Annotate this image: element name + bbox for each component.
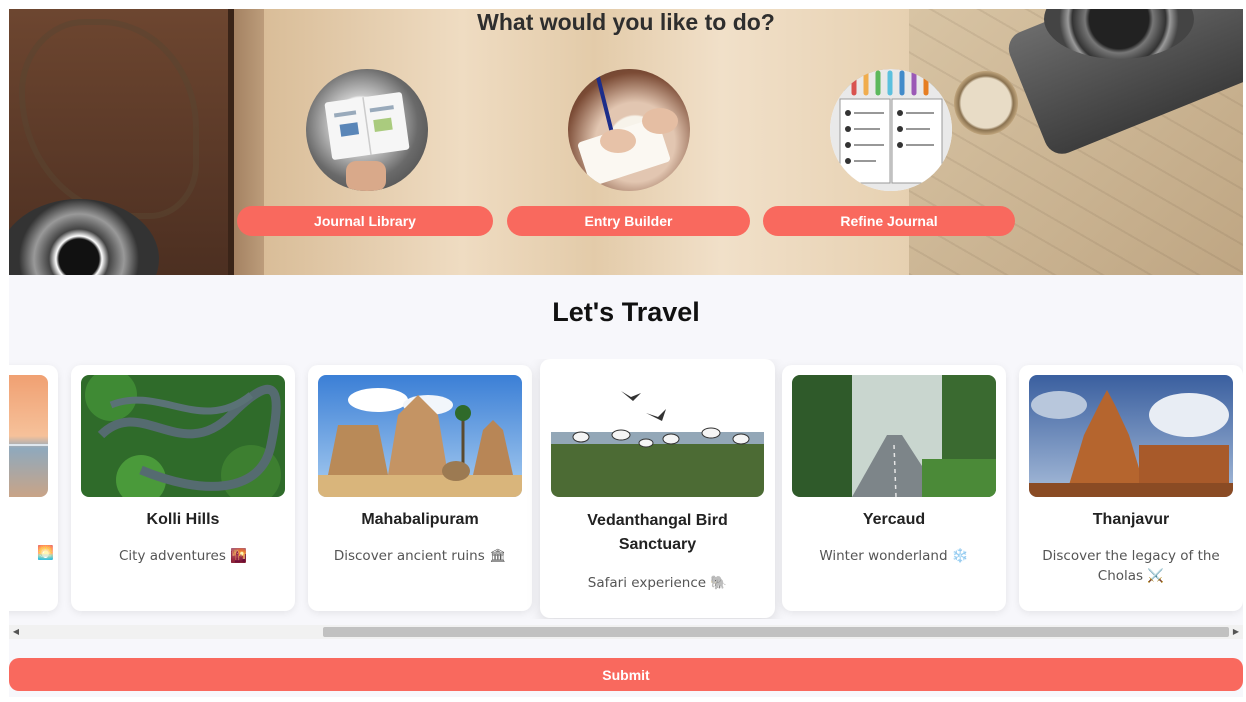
destination-card-mahabalipuram[interactable]: Mahabalipuram Discover ancient ruins 🏛 [308, 365, 532, 611]
hero-title: What would you like to do? [477, 9, 775, 35]
destination-description: Discover ancient ruins 🏛 [333, 548, 507, 564]
entry-builder-button[interactable]: Entry Builder [507, 206, 750, 236]
travel-section-title: Let's Travel [552, 297, 700, 327]
journal-library-button[interactable]: Journal Library [237, 206, 493, 236]
destination-carousel[interactable]: 🌅 Kolli Hills City adventures 🌇 Mahabali… [9, 359, 1243, 619]
destination-description: Safari experience 🐘 [587, 575, 728, 591]
app-frame: What would you like to do? Journal Libra… [9, 9, 1243, 697]
scroll-right-arrow-icon[interactable]: ▶ [1229, 625, 1243, 639]
destination-card-thanjavur[interactable]: Thanjavur Discover the legacy of the Cho… [1019, 365, 1243, 611]
destination-description: City adventures 🌇 [119, 548, 247, 564]
refine-journal-button[interactable]: Refine Journal [763, 206, 1015, 236]
carousel-scrollbar[interactable]: ◀ ▶ [9, 625, 1243, 639]
thanjavur-image [1029, 375, 1233, 497]
refine-journal-image[interactable] [830, 69, 952, 191]
kolli-hills-image [81, 375, 285, 497]
destination-name: Thanjavur [1092, 511, 1170, 528]
destination-card-partial[interactable]: 🌅 [9, 365, 58, 611]
destination-description: Winter wonderland ❄️ [819, 548, 969, 564]
hero-compass-icon [954, 71, 1018, 135]
destination-name: Kolli Hills [146, 511, 220, 528]
destination-card-partial-image [9, 375, 48, 497]
option-entry-builder[interactable] [568, 69, 690, 191]
hero-banner: What would you like to do? Journal Libra… [9, 9, 1243, 275]
destination-card-yercaud[interactable]: Yercaud Winter wonderland ❄️ [782, 365, 1006, 611]
destination-name: Vedanthangal Bird Sanctuary [587, 512, 728, 553]
mahabalipuram-image [318, 375, 522, 497]
option-journal-library[interactable] [306, 69, 428, 191]
destination-name: Mahabalipuram [361, 511, 479, 528]
vedanthangal-image [551, 377, 764, 497]
scroll-left-arrow-icon[interactable]: ◀ [9, 625, 23, 639]
submit-button[interactable]: Submit [9, 658, 1243, 691]
destination-description: Discover the legacy of the Cholas ⚔️ [1042, 548, 1220, 584]
destination-card-vedanthangal[interactable]: Vedanthangal Bird Sanctuary Safari exper… [540, 359, 775, 618]
yercaud-image [792, 375, 996, 497]
destination-name: Yercaud [862, 511, 926, 528]
entry-builder-image[interactable] [568, 69, 690, 191]
destination-card-kolli-hills[interactable]: Kolli Hills City adventures 🌇 [71, 365, 295, 611]
scrollbar-thumb[interactable] [323, 627, 1229, 637]
option-refine-journal[interactable] [830, 69, 952, 191]
destination-card-partial-emoji: 🌅 [37, 545, 54, 561]
journal-library-image[interactable] [306, 69, 428, 191]
